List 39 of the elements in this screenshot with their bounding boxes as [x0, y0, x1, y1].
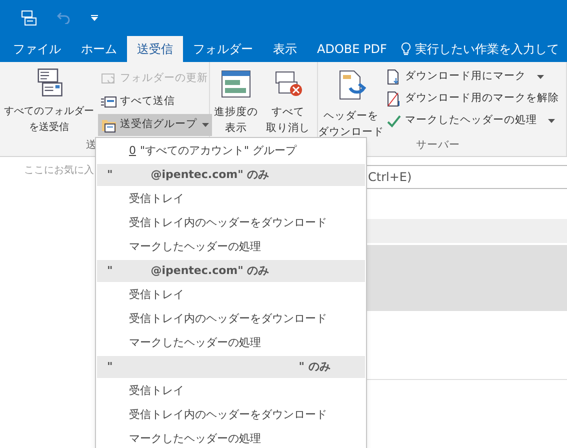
ribbon-small-button[interactable]: マークしたヘッダーの処理 — [384, 110, 567, 132]
menu-item[interactable]: 受信トレイ — [96, 379, 366, 403]
progress-window-icon — [221, 70, 251, 98]
ribbon-tab[interactable]: 表示 — [263, 36, 307, 62]
menu-group-header: " @ipentec.com" のみ — [97, 164, 365, 186]
caret-icon — [202, 123, 209, 127]
send-receive-icon[interactable] — [21, 10, 37, 26]
menu-item[interactable]: 受信トレイ内のヘッダーをダウンロード — [96, 211, 366, 235]
checkmark-icon — [386, 113, 402, 129]
menu-item[interactable]: 受信トレイ内のヘッダーをダウンロード — [96, 403, 366, 427]
envelope-icon — [101, 94, 117, 110]
caret-icon — [548, 119, 555, 123]
menu-item[interactable]: マークしたヘッダーの処理 — [96, 331, 366, 355]
menu-item[interactable]: 受信トレイ — [96, 283, 366, 307]
menu-item[interactable]: マークしたヘッダーの処理 — [96, 427, 366, 448]
group-label: 送 — [86, 138, 97, 154]
menu-group-header: " @ipentec.com" のみ — [97, 260, 365, 282]
ribbon-small-button[interactable]: ダウンロード用にマーク — [384, 66, 567, 88]
ribbon-tab[interactable]: ADOBE PDF — [307, 36, 397, 62]
ribbon-small-button[interactable]: すべて送信 — [98, 91, 212, 113]
group-label: サーバー — [416, 138, 460, 154]
customize-caret-icon[interactable] — [91, 15, 98, 21]
caret-icon — [537, 75, 544, 79]
ribbon-tab[interactable]: ファイル — [3, 36, 71, 62]
menu-group-header: " " のみ — [97, 356, 365, 378]
favorites-hint: ここにお気に入 — [24, 164, 94, 178]
lightbulb-icon — [400, 42, 411, 56]
folder-icon — [101, 117, 117, 133]
tell-me-field[interactable]: 実行したい作業を入力して — [414, 40, 559, 58]
menu-item[interactable]: 受信トレイ内のヘッダーをダウンロード — [96, 307, 366, 331]
menu-item[interactable]: 0 "すべてのアカウント" グループ — [96, 139, 366, 163]
ribbon-tab[interactable]: ホーム — [71, 36, 127, 62]
ribbon-small-button[interactable]: ダウンロード用のマークを解除 — [384, 88, 567, 110]
menu-item[interactable]: 受信トレイ — [96, 187, 366, 211]
ribbon-small-button[interactable]: 送受信グループ — [98, 114, 212, 136]
ribbon-tab[interactable]: フォルダー — [183, 36, 263, 62]
menu-item[interactable]: マークしたヘッダーの処理 — [96, 235, 366, 259]
document-strike-icon — [386, 91, 402, 107]
ribbon-tab[interactable]: 送受信 — [127, 36, 183, 62]
